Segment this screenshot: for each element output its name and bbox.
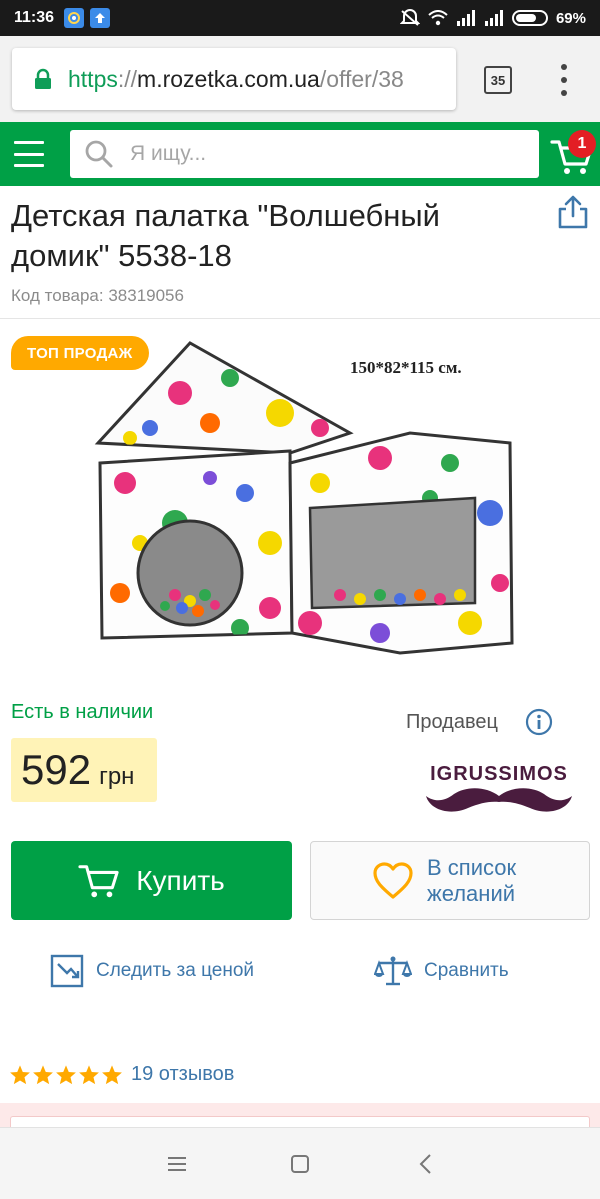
price-box: 592 грн <box>11 738 157 802</box>
upload-app-icon <box>90 8 111 28</box>
wishlist-button[interactable]: В список желаний <box>310 841 590 920</box>
star-icon <box>10 1064 30 1084</box>
star-icon <box>56 1064 76 1084</box>
heart-icon <box>373 862 413 899</box>
url-host: m.rozetka.com.ua <box>137 65 320 92</box>
battery-level: 69% <box>555 9 586 27</box>
cart-count-badge: 1 <box>568 130 596 158</box>
status-bar: 11:36 69% <box>0 0 600 36</box>
product-code: Код товара: 38319056 <box>11 286 184 305</box>
star-icon <box>33 1064 53 1084</box>
buy-button[interactable]: Купить <box>11 841 292 920</box>
lock-icon <box>35 68 51 89</box>
tabs-icon[interactable]: 35 <box>484 66 512 94</box>
top-sales-badge: ТОП ПРОДАЖ <box>11 336 149 370</box>
signal-icon-2 <box>484 10 504 26</box>
status-time: 11:36 <box>14 9 55 26</box>
site-header <box>0 122 600 186</box>
wishlist-label: В список желаний <box>427 854 517 906</box>
system-nav-bar <box>0 1127 600 1199</box>
seller-label: Продавец <box>406 711 498 733</box>
tab-count: 35 <box>490 72 506 88</box>
track-price-label: Следить за ценой <box>96 960 255 981</box>
rating-stars <box>9 1064 123 1086</box>
signal-icon <box>456 10 476 26</box>
seller-logo-text: IGRUSSIMOS <box>430 763 568 785</box>
buy-button-label: Купить <box>136 864 225 896</box>
reviews-link[interactable]: 19 отзывов <box>131 1063 234 1086</box>
product-image[interactable]: 150*82*115 см. <box>80 333 520 663</box>
home-nav-icon[interactable] <box>288 1152 312 1176</box>
menu-nav-icon[interactable] <box>165 1152 189 1176</box>
seller-logo[interactable]: IGRUSSIMOS <box>416 758 582 820</box>
scales-icon <box>374 956 412 986</box>
url-path: /offer/38 <box>319 65 404 92</box>
browser-toolbar: https://m.rozetka.com.ua/offer/38 35 <box>0 36 600 122</box>
url-separator: :// <box>117 65 138 92</box>
search-icon <box>85 140 113 168</box>
share-icon[interactable] <box>556 194 590 230</box>
compare-link[interactable]: Сравнить <box>374 954 509 988</box>
compare-label: Сравнить <box>424 960 509 981</box>
hamburger-icon[interactable] <box>14 141 44 167</box>
price-chart-icon <box>50 954 84 988</box>
price-currency: грн <box>99 763 135 790</box>
back-nav-icon[interactable] <box>414 1152 438 1176</box>
star-icon <box>102 1064 122 1084</box>
wifi-icon <box>428 10 448 26</box>
rating[interactable]: 19 отзывов <box>9 1063 234 1086</box>
url-scheme: https <box>68 65 118 92</box>
price-value: 592 <box>21 746 92 793</box>
divider <box>0 318 600 319</box>
track-price-link[interactable]: Следить за ценой <box>50 954 254 988</box>
search-box[interactable] <box>70 130 539 178</box>
cart-icon <box>78 864 119 897</box>
availability-status: Есть в наличии <box>11 701 154 723</box>
product-title: Детская палатка "Волшебный домик" 5538-1… <box>11 198 440 273</box>
battery-icon <box>511 10 548 26</box>
menu-dots-icon[interactable] <box>556 64 572 96</box>
image-caption: 150*82*115 см. <box>350 358 462 377</box>
notification-app-icon <box>64 8 85 28</box>
info-icon[interactable] <box>525 708 553 736</box>
address-bar[interactable]: https://m.rozetka.com.ua/offer/38 <box>12 48 456 110</box>
search-input[interactable] <box>130 142 510 166</box>
mute-icon <box>399 9 420 27</box>
star-icon <box>79 1064 99 1084</box>
